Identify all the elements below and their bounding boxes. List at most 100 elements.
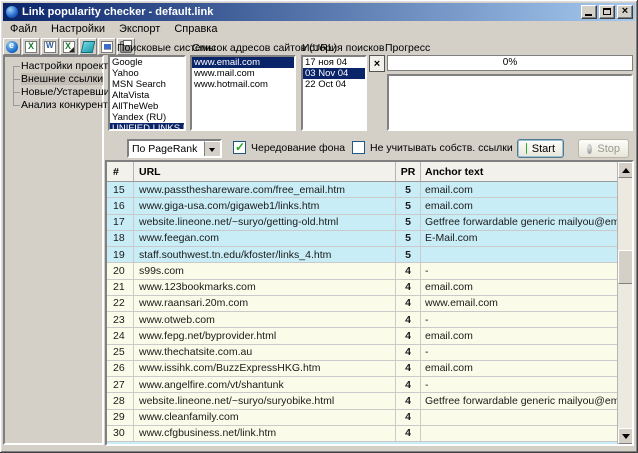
chevron-down-icon[interactable] — [204, 141, 220, 156]
cell-pr: 5 — [396, 182, 421, 197]
sidebar-item[interactable]: Новые/Устаревшие — [5, 86, 102, 99]
menu-item-Настройки[interactable]: Настройки — [51, 23, 105, 35]
table-row[interactable]: 21www.123bookmarks.com4email.com — [107, 280, 632, 296]
cell-pr: 4 — [396, 312, 421, 327]
search-engine-item[interactable]: UNIFIED LINKS LIST — [110, 123, 184, 131]
table-row[interactable]: 22www.raansari.20m.com4www.email.com — [107, 296, 632, 312]
column-header-#[interactable]: # — [107, 162, 134, 181]
cell-num: 18 — [107, 231, 134, 246]
arrow-down-icon — [622, 434, 630, 439]
history-item[interactable]: 22 Oct 04 — [303, 79, 365, 90]
cell-url: www.issihk.com/BuzzExpressHKG.htm — [134, 361, 396, 376]
table-row[interactable]: 30www.cfgbusiness.net/link.htm4 — [107, 426, 632, 442]
stop-button[interactable]: Stop — [578, 139, 629, 158]
alternate-bg-option: Чередование фона — [233, 141, 345, 154]
sidebar-item-label: Анализ конкурентов — [21, 99, 119, 111]
search-engine-item[interactable]: AllTheWeb — [110, 101, 184, 112]
cell-url: www.passtheshareware.com/free_email.htm — [134, 182, 396, 197]
table-row[interactable]: 16www.giga-usa.com/gigaweb1/links.htm5em… — [107, 198, 632, 214]
url-item[interactable]: www.hotmail.com — [192, 79, 294, 90]
table-row[interactable]: 15www.passtheshareware.com/free_email.ht… — [107, 182, 632, 198]
sort-dropdown-value: По PageRank — [129, 143, 204, 155]
start-arrow-icon — [526, 143, 527, 154]
search-engine-item[interactable]: AltaVista — [110, 90, 184, 101]
cell-pr: 5 — [396, 198, 421, 213]
delete-history-button[interactable]: × — [369, 55, 385, 72]
close-button[interactable]: × — [617, 5, 633, 19]
url-item[interactable]: www.email.com — [192, 57, 294, 68]
history-item[interactable]: 17 ноя 04 — [303, 57, 365, 68]
app-icon — [6, 6, 18, 18]
maximize-button[interactable] — [599, 5, 615, 19]
column-header-URL[interactable]: URL — [134, 162, 396, 181]
table-row[interactable]: 26www.issihk.com/BuzzExpressHKG.htm4emai… — [107, 361, 632, 377]
search-engine-item[interactable]: MSN Search — [110, 79, 184, 90]
cell-pr: 4 — [396, 328, 421, 343]
toolbar-button-html-page-icon[interactable] — [79, 38, 97, 55]
cell-num: 29 — [107, 410, 134, 425]
cell-pr: 4 — [396, 345, 421, 360]
sidebar-item-label: Внешние ссылки — [21, 73, 103, 85]
cell-anchor: - — [421, 312, 617, 327]
table-row[interactable]: 27www.angelfire.com/vt/shantunk4- — [107, 377, 632, 393]
table-row[interactable]: 25www.thechatsite.com.au4- — [107, 345, 632, 361]
url-listbox[interactable]: www.email.comwww.mail.comwww.hotmail.com — [190, 55, 296, 131]
column-header-PR[interactable]: PR — [396, 162, 421, 181]
menu-item-Справка[interactable]: Справка — [174, 23, 217, 35]
history-item[interactable]: 03 Nov 04 — [303, 68, 365, 79]
cell-pr: 5 — [396, 247, 421, 262]
toolbar-button-globe-icon[interactable] — [3, 38, 21, 55]
url-item[interactable]: www.mail.com — [192, 68, 294, 79]
table-row[interactable]: 18www.feegan.com5E-Mail.com — [107, 231, 632, 247]
vertical-scrollbar[interactable] — [617, 162, 632, 444]
minimize-icon — [585, 14, 592, 16]
toolbar-button-report-icon[interactable] — [98, 38, 116, 55]
menu-item-Файл[interactable]: Файл — [10, 23, 37, 35]
start-button[interactable]: Start — [517, 139, 564, 158]
menu-item-Экспорт[interactable]: Экспорт — [119, 23, 160, 35]
table-row[interactable]: 17website.lineone.net/~suryo/getting-old… — [107, 215, 632, 231]
cell-pr: 4 — [396, 410, 421, 425]
toolbar-button-excel-icon[interactable] — [22, 38, 40, 55]
scroll-down-button[interactable] — [618, 428, 633, 444]
maximize-icon — [603, 8, 611, 15]
cell-num: 19 — [107, 247, 134, 262]
cell-url: www.angelfire.com/vt/shantunk — [134, 377, 396, 392]
cell-anchor: email.com — [421, 280, 617, 295]
scrollbar-thumb[interactable] — [618, 250, 633, 284]
table-row[interactable]: 23www.otweb.com4- — [107, 312, 632, 328]
ignore-own-links-checkbox[interactable] — [352, 141, 365, 154]
toolbar — [3, 38, 135, 56]
cell-pr: 4 — [396, 361, 421, 376]
cell-url: www.feegan.com — [134, 231, 396, 246]
table-row[interactable]: 24www.fepg.net/byprovider.html4email.com — [107, 328, 632, 344]
stop-button-label: Stop — [597, 143, 620, 155]
sidebar-tree: Настройки проектаВнешние ссылкиНовые/Уст… — [5, 60, 102, 112]
sidebar-item[interactable]: Настройки проекта — [5, 60, 102, 73]
table-row[interactable]: 19staff.southwest.tn.edu/kfoster/links_4… — [107, 247, 632, 263]
search-engine-item[interactable]: Yahoo — [110, 68, 184, 79]
column-header-Anchor text[interactable]: Anchor text — [421, 162, 617, 181]
toolbar-button-word-icon[interactable] — [41, 38, 59, 55]
sidebar-item[interactable]: Анализ конкурентов — [5, 99, 102, 112]
search-engine-item[interactable]: Google — [110, 57, 184, 68]
search-engine-item[interactable]: Yandex (RU) — [110, 112, 184, 123]
cell-num: 17 — [107, 215, 134, 230]
cell-url: website.lineone.net/~suryo/suryobike.htm… — [134, 393, 396, 408]
table-row[interactable]: 20s99s.com4- — [107, 263, 632, 279]
table-row[interactable]: 29www.cleanfamily.com4 — [107, 410, 632, 426]
word-icon — [44, 41, 56, 53]
alternate-bg-checkbox[interactable] — [233, 141, 246, 154]
table-row[interactable]: 28website.lineone.net/~suryo/suryobike.h… — [107, 393, 632, 409]
toolbar-button-excel-arrow-icon[interactable] — [60, 38, 78, 55]
cell-anchor: email.com — [421, 198, 617, 213]
table-row-partial — [107, 442, 632, 446]
sort-dropdown[interactable]: По PageRank — [127, 139, 222, 158]
cell-anchor: E-Mail.com — [421, 231, 617, 246]
history-listbox[interactable]: 17 ноя 0403 Nov 0422 Oct 04 — [301, 55, 367, 131]
scroll-up-button[interactable] — [618, 162, 633, 178]
search-engines-listbox[interactable]: GoogleYahooMSN SearchAltaVistaAllTheWebY… — [108, 55, 186, 131]
cell-pr: 4 — [396, 296, 421, 311]
sidebar-item[interactable]: Внешние ссылки — [5, 73, 102, 86]
minimize-button[interactable] — [581, 5, 597, 19]
